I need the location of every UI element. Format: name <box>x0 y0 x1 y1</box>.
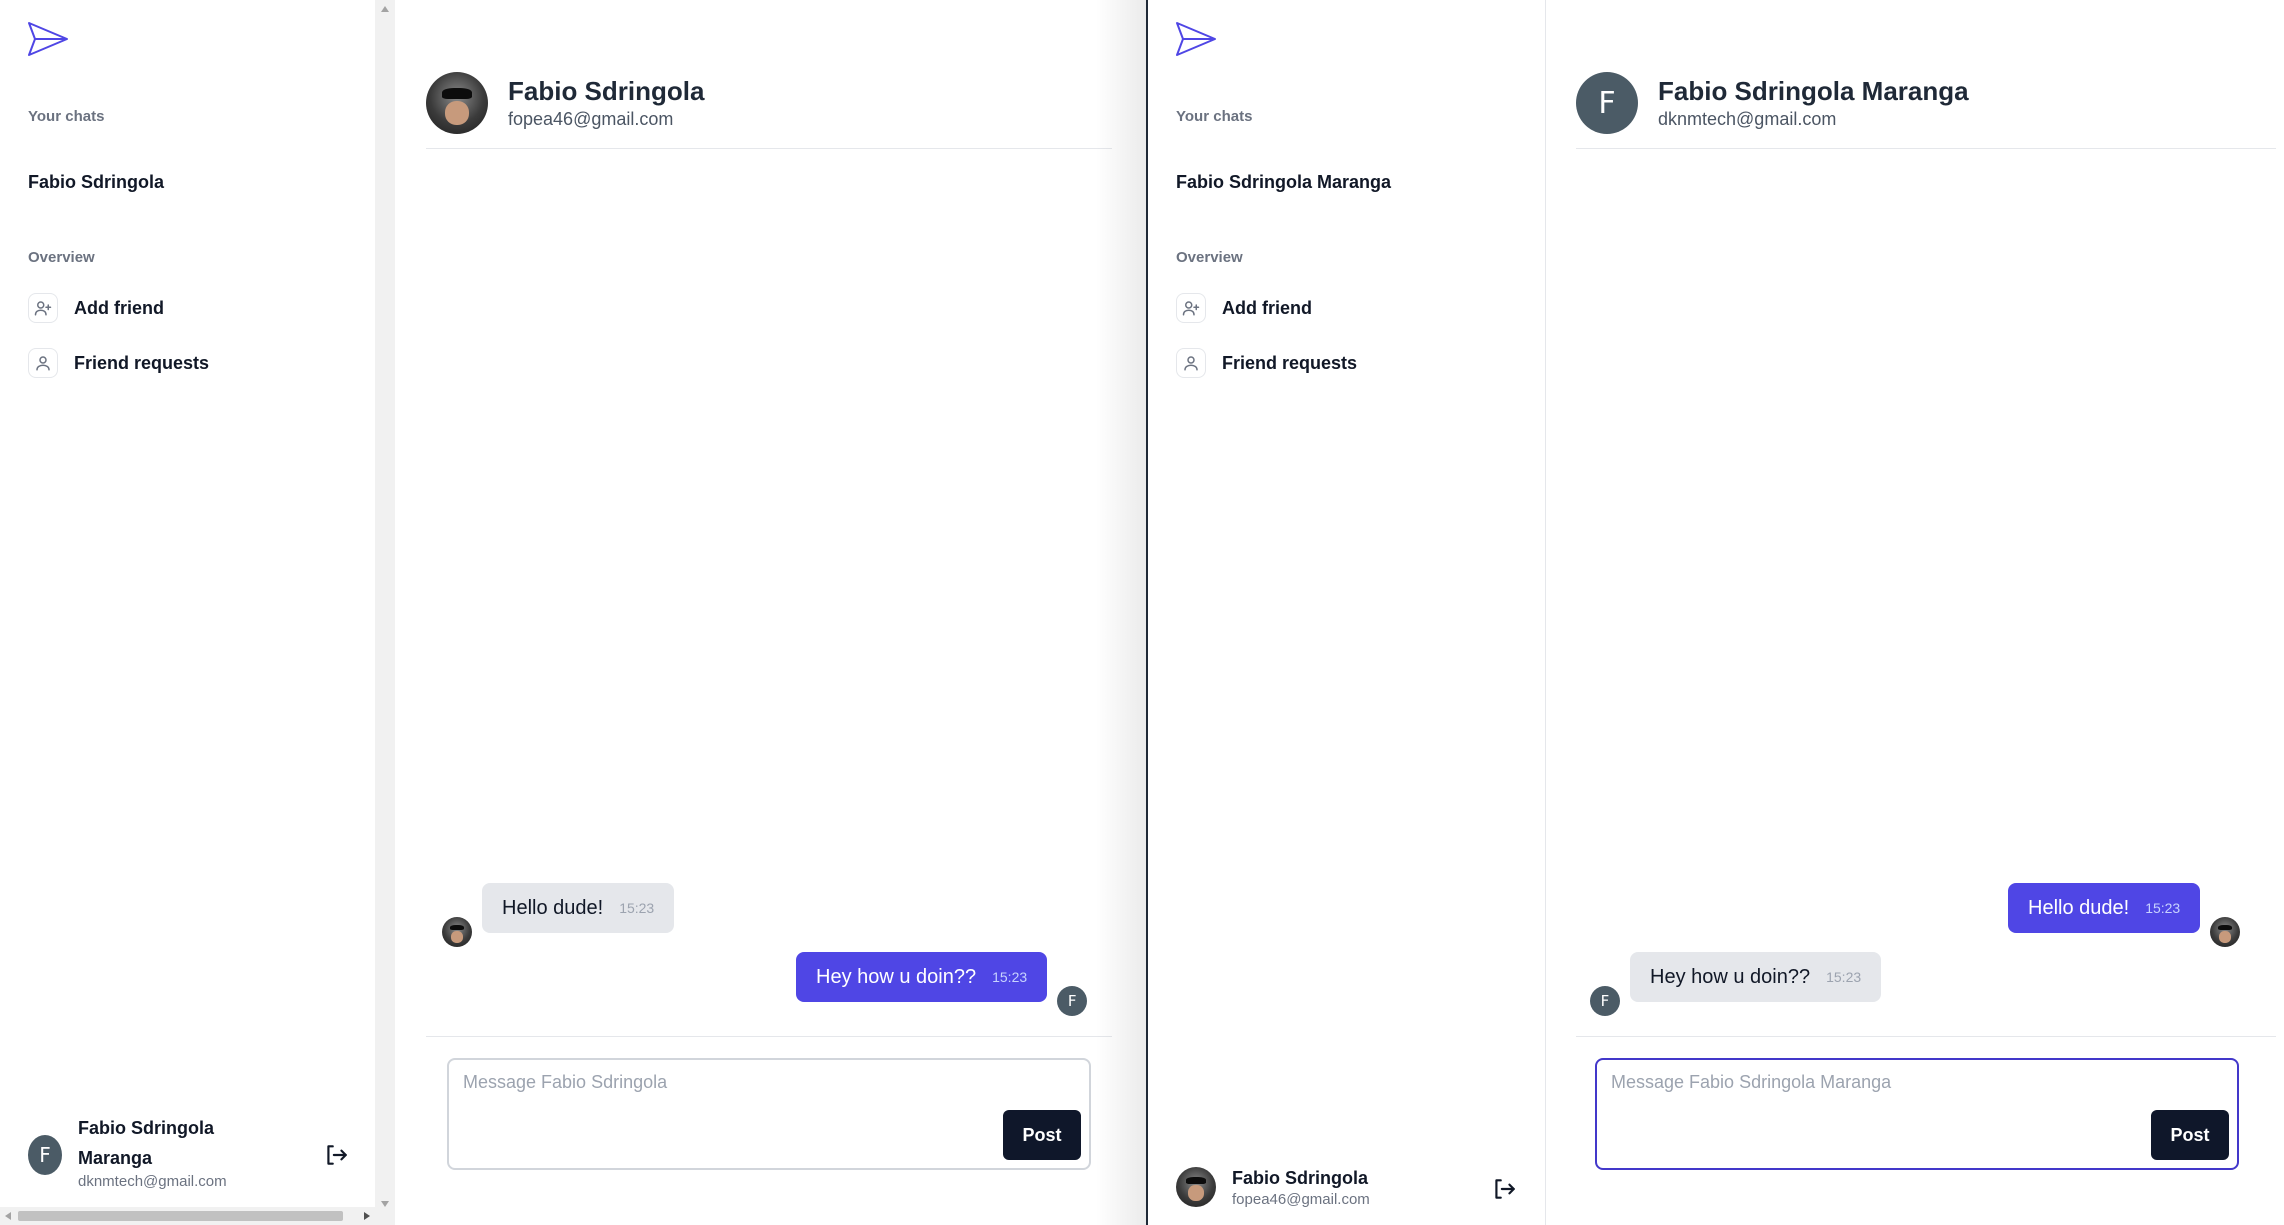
sidebar-item-friend-requests[interactable]: Friend requests <box>1176 348 1357 378</box>
message-bubble: Hello dude! 15:23 <box>2008 883 2201 933</box>
avatar <box>1176 1166 1216 1207</box>
profile-name: Fabio Sdringola <box>1232 1168 1369 1188</box>
scrollbar-thumb[interactable] <box>18 1211 343 1221</box>
paper-plane-logo-icon[interactable] <box>26 20 70 58</box>
message-time: 15:23 <box>992 969 1028 985</box>
chat-partner-email: fopea46@gmail.com <box>508 109 674 129</box>
message-composer: Post <box>1595 1058 2239 1170</box>
message-input[interactable] <box>463 1072 1075 1093</box>
message-incoming: Hello dude! 15:23 <box>442 883 675 947</box>
left-window: Your chats Fabio Sdringola Overview Add … <box>0 0 1146 1225</box>
scroll-right-arrow-icon[interactable] <box>364 1212 370 1220</box>
sender-avatar: F <box>1590 986 1620 1016</box>
window-shadow <box>1096 0 1146 1225</box>
sidebar: Your chats Fabio Sdringola Maranga Overv… <box>1148 0 1546 1225</box>
profile-name-line1: Fabio Sdringola <box>78 1118 215 1138</box>
scroll-down-arrow-icon[interactable] <box>381 1201 389 1207</box>
message-bubble: Hello dude! 15:23 <box>482 883 675 933</box>
scroll-left-arrow-icon[interactable] <box>5 1212 11 1220</box>
screen: Your chats Fabio Sdringola Overview Add … <box>0 0 2284 1225</box>
overview-label: Overview <box>1176 249 1243 266</box>
friend-requests-label: Friend requests <box>74 352 210 373</box>
user-plus-icon <box>1176 293 1206 323</box>
message-time: 15:23 <box>2145 900 2181 916</box>
sender-avatar: F <box>1057 986 1088 1016</box>
composer-divider <box>1576 1036 2276 1037</box>
message-outgoing: Hello dude! 15:23 <box>2008 883 2241 947</box>
message-input[interactable] <box>1611 1072 2223 1093</box>
avatar: F <box>28 1135 62 1175</box>
message-time: 15:23 <box>619 900 655 916</box>
chat-partner-email: dknmtech@gmail.com <box>1658 109 1837 129</box>
composer-divider <box>426 1036 1112 1037</box>
chat-item-fabio-sdringola[interactable]: Fabio Sdringola <box>28 172 164 193</box>
post-button[interactable]: Post <box>1003 1110 1081 1160</box>
message-incoming: F Hey how u doin?? 15:23 <box>1590 952 1882 1016</box>
chat-partner-name: Fabio Sdringola <box>508 76 705 106</box>
horizontal-scrollbar[interactable] <box>0 1207 375 1225</box>
profile-email: dknmtech@gmail.com <box>78 1173 227 1190</box>
chat-header: Fabio Sdringola fopea46@gmail.com <box>426 72 1112 149</box>
sidebar-item-add-friend[interactable]: Add friend <box>1176 293 1312 323</box>
your-chats-label: Your chats <box>1176 108 1253 125</box>
message-text: Hey how u doin?? <box>816 965 977 988</box>
logout-icon[interactable] <box>323 1142 349 1168</box>
message-bubble: Hey how u doin?? 15:23 <box>1630 952 1882 1002</box>
scroll-up-arrow-icon[interactable] <box>381 6 389 12</box>
vertical-scrollbar[interactable] <box>375 0 395 1225</box>
partner-avatar <box>426 72 488 134</box>
sender-avatar <box>2210 917 2241 947</box>
friend-requests-label: Friend requests <box>1222 352 1358 373</box>
profile-name-line2: Maranga <box>78 1148 153 1168</box>
user-icon <box>28 348 58 378</box>
sender-avatar <box>442 917 472 947</box>
overview-label: Overview <box>28 249 95 266</box>
partner-avatar: F <box>1576 72 1638 134</box>
message-time: 15:23 <box>1826 969 1862 985</box>
right-window: Your chats Fabio Sdringola Maranga Overv… <box>1146 0 2284 1225</box>
user-profile: F Fabio Sdringola Maranga dknmtech@gmail… <box>28 1113 227 1190</box>
logout-icon[interactable] <box>1491 1176 1517 1202</box>
sidebar-item-friend-requests[interactable]: Friend requests <box>28 348 209 378</box>
user-profile: Fabio Sdringola fopea46@gmail.com <box>1176 1165 1370 1208</box>
user-icon <box>1176 348 1206 378</box>
add-friend-label: Add friend <box>1222 297 1312 318</box>
your-chats-label: Your chats <box>28 108 105 125</box>
message-text: Hello dude! <box>2028 896 2130 919</box>
paper-plane-logo-icon[interactable] <box>1174 20 1218 58</box>
post-button[interactable]: Post <box>2151 1110 2229 1160</box>
message-text: Hey how u doin?? <box>1650 965 1811 988</box>
message-text: Hello dude! <box>502 896 604 919</box>
chat-header: F Fabio Sdringola Maranga dknmtech@gmail… <box>1576 72 2276 149</box>
message-composer: Post <box>447 1058 1091 1170</box>
profile-email: fopea46@gmail.com <box>1232 1191 1370 1208</box>
message-bubble: Hey how u doin?? 15:23 <box>796 952 1048 1002</box>
message-outgoing: Hey how u doin?? 15:23 F <box>796 952 1088 1016</box>
chat-partner-name: Fabio Sdringola Maranga <box>1658 76 1969 106</box>
chat-item-fabio-sdringola-maranga[interactable]: Fabio Sdringola Maranga <box>1176 172 1391 193</box>
add-friend-label: Add friend <box>74 297 164 318</box>
sidebar: Your chats Fabio Sdringola Overview Add … <box>0 0 375 1225</box>
sidebar-item-add-friend[interactable]: Add friend <box>28 293 164 323</box>
user-plus-icon <box>28 293 58 323</box>
